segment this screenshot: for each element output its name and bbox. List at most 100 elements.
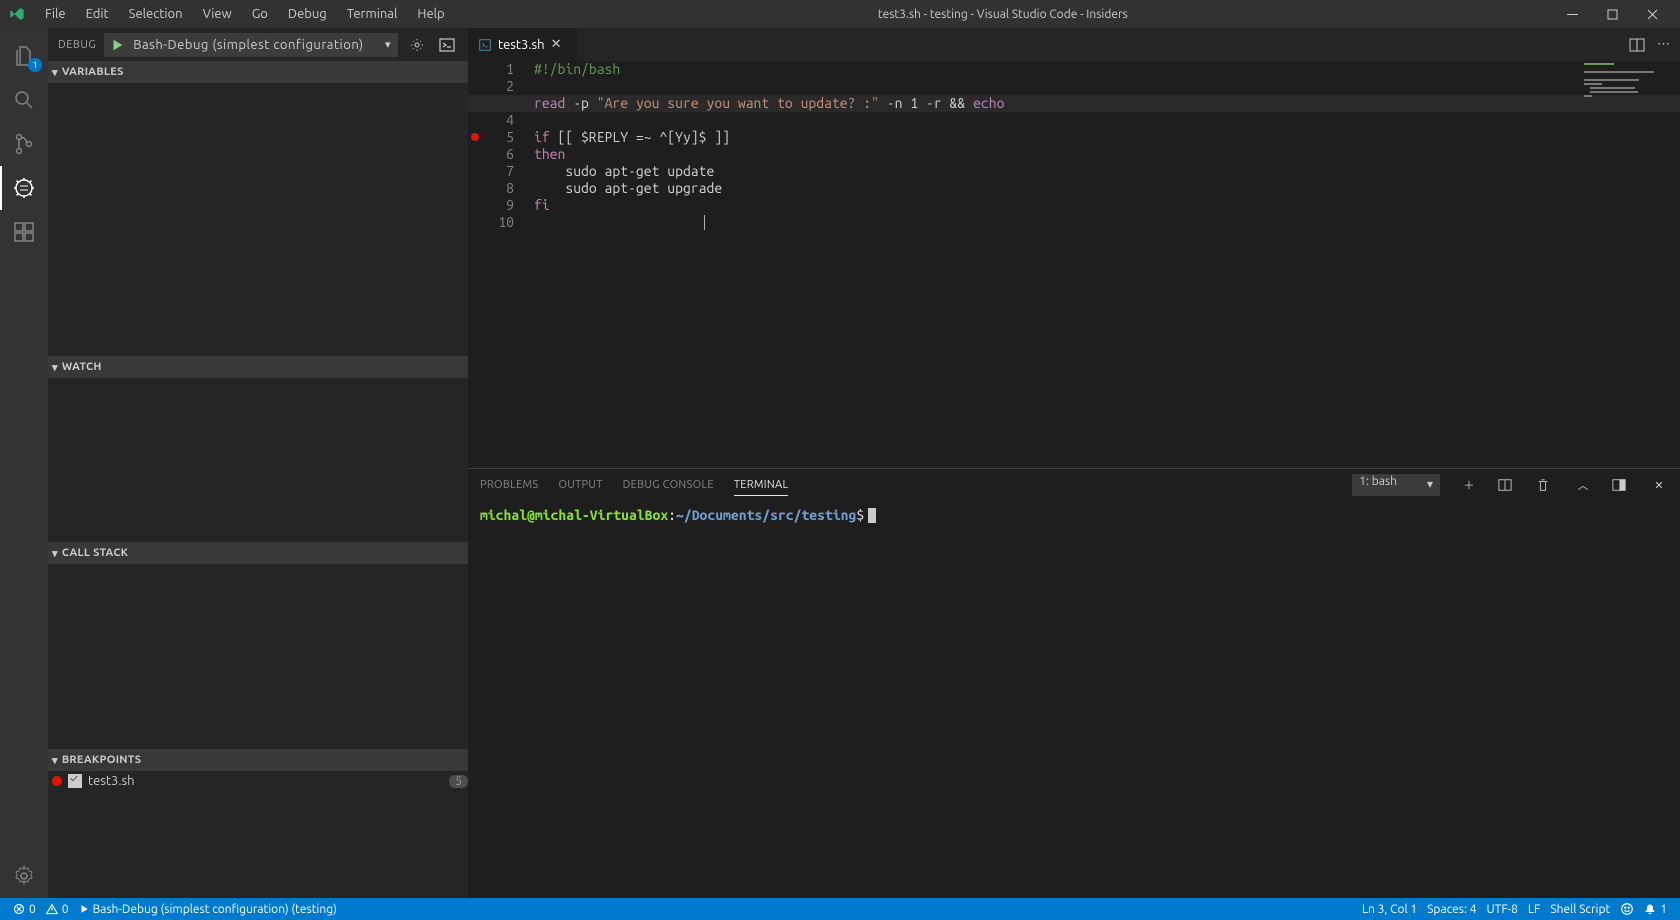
panel-tab-terminal[interactable]: TERMINAL bbox=[734, 475, 789, 496]
status-feedback-icon[interactable] bbox=[1615, 898, 1639, 920]
terminal-text: : bbox=[668, 507, 676, 523]
panel-tab-debug-console[interactable]: DEBUG CONSOLE bbox=[623, 475, 714, 495]
breakpoint-dot-icon bbox=[52, 776, 62, 786]
editor-tab-test3[interactable]: test3.sh ✕ bbox=[468, 28, 578, 61]
menu-file[interactable]: File bbox=[36, 3, 75, 25]
line-number: 8 bbox=[482, 180, 514, 197]
kill-terminal-icon[interactable] bbox=[1536, 478, 1554, 492]
window-controls bbox=[1552, 0, 1672, 28]
variables-section: ▾ VARIABLES bbox=[48, 61, 468, 356]
watch-label: WATCH bbox=[62, 361, 102, 373]
status-warnings[interactable]: 0 bbox=[41, 898, 74, 920]
vscode-insiders-logo-icon bbox=[8, 5, 26, 23]
panel-tabs: PROBLEMS OUTPUT DEBUG CONSOLE TERMINAL 1… bbox=[468, 469, 1680, 501]
status-errors[interactable]: 0 bbox=[8, 898, 41, 920]
source-control-icon[interactable] bbox=[0, 122, 48, 166]
line-number: 2 bbox=[482, 78, 514, 95]
debug-config-name: Bash-Debug (simplest configuration) bbox=[129, 38, 379, 52]
status-notifications-icon[interactable]: 1 bbox=[1639, 898, 1672, 920]
status-ln-col[interactable]: Ln 3, Col 1 bbox=[1357, 898, 1422, 920]
explorer-badge: 1 bbox=[28, 58, 42, 72]
menu-view[interactable]: View bbox=[194, 3, 241, 25]
chevron-down-icon[interactable]: ▾ bbox=[379, 38, 397, 51]
close-button[interactable] bbox=[1632, 0, 1672, 28]
terminal-select[interactable]: 1: bash bbox=[1352, 474, 1440, 496]
status-encoding[interactable]: UTF-8 bbox=[1481, 898, 1522, 920]
new-terminal-icon[interactable]: ＋ bbox=[1460, 477, 1478, 493]
variables-header[interactable]: ▾ VARIABLES bbox=[48, 61, 468, 83]
status-debug-target[interactable]: Bash-Debug (simplest configuration) (tes… bbox=[74, 898, 342, 920]
minimize-button[interactable] bbox=[1552, 0, 1592, 28]
breakpoint-dot-icon[interactable] bbox=[471, 133, 479, 141]
menu-debug[interactable]: Debug bbox=[279, 3, 336, 25]
panel-position-icon[interactable] bbox=[1612, 478, 1630, 492]
window-title: test3.sh - testing - Visual Studio Code … bbox=[454, 8, 1552, 21]
tab-close-icon[interactable]: ✕ bbox=[551, 37, 562, 52]
callstack-label: CALL STACK bbox=[62, 547, 128, 559]
bottom-panel: PROBLEMS OUTPUT DEBUG CONSOLE TERMINAL 1… bbox=[468, 468, 1680, 898]
code-token: sudo apt-get upgrade bbox=[534, 180, 722, 196]
code-token: then bbox=[534, 146, 565, 162]
breakpoint-checkbox[interactable] bbox=[68, 774, 82, 788]
code-token: -n 1 -r && bbox=[879, 95, 973, 111]
line-number: 4 bbox=[482, 112, 514, 129]
code-token: read bbox=[534, 95, 565, 111]
line-number-gutter: 1 2 3 4 5 6 7 8 9 10 bbox=[482, 61, 528, 468]
debug-icon[interactable] bbox=[0, 166, 48, 210]
explorer-icon[interactable]: 1 bbox=[0, 34, 48, 78]
maximize-button[interactable] bbox=[1592, 0, 1632, 28]
menu-selection[interactable]: Selection bbox=[120, 3, 192, 25]
editor-tabs: test3.sh ✕ ⋯ bbox=[468, 28, 1680, 61]
start-debug-icon[interactable] bbox=[105, 38, 129, 52]
breakpoint-gutter[interactable] bbox=[468, 61, 482, 468]
warnings-count: 0 bbox=[62, 903, 69, 916]
notifications-count: 1 bbox=[1660, 903, 1667, 916]
debug-console-toggle-icon[interactable] bbox=[436, 37, 458, 53]
menu-terminal[interactable]: Terminal bbox=[338, 3, 407, 25]
errors-count: 0 bbox=[29, 903, 36, 916]
split-editor-icon[interactable] bbox=[1629, 37, 1645, 53]
variables-label: VARIABLES bbox=[62, 66, 124, 78]
breakpoints-header[interactable]: ▾ BREAKPOINTS bbox=[48, 749, 468, 771]
debug-sidebar: DEBUG Bash-Debug (simplest configuration… bbox=[48, 28, 468, 898]
minimap[interactable] bbox=[1580, 61, 1680, 468]
status-indent[interactable]: Spaces: 4 bbox=[1422, 898, 1481, 920]
breakpoints-section: ▾ BREAKPOINTS test3.sh 5 bbox=[48, 749, 468, 898]
code-token: echo bbox=[973, 95, 1004, 111]
terminal-user: michal@michal-VirtualBox bbox=[480, 507, 668, 523]
terminal-cursor bbox=[868, 508, 876, 523]
code-token: if bbox=[534, 129, 550, 145]
callstack-header[interactable]: ▾ CALL STACK bbox=[48, 542, 468, 564]
terminal[interactable]: michal@michal-VirtualBox:~/Documents/src… bbox=[468, 501, 1680, 898]
twistie-down-icon: ▾ bbox=[52, 66, 58, 79]
line-number: 10 bbox=[482, 214, 514, 231]
extensions-icon[interactable] bbox=[0, 210, 48, 254]
menu-edit[interactable]: Edit bbox=[77, 3, 118, 25]
code-token: fi bbox=[534, 197, 550, 213]
code-content[interactable]: #!/bin/bash read -p "Are you sure you wa… bbox=[528, 61, 1680, 468]
menu-go[interactable]: Go bbox=[243, 3, 277, 25]
line-number: 7 bbox=[482, 163, 514, 180]
menu-help[interactable]: Help bbox=[408, 3, 453, 25]
code-token: #!/bin/bash bbox=[534, 61, 620, 77]
settings-gear-icon[interactable] bbox=[0, 854, 48, 898]
titlebar: File Edit Selection View Go Debug Termin… bbox=[0, 0, 1680, 28]
panel-up-icon[interactable]: ︿ bbox=[1574, 477, 1592, 493]
split-terminal-icon[interactable] bbox=[1498, 478, 1516, 492]
status-eol[interactable]: LF bbox=[1523, 898, 1545, 920]
code-token: "Are you sure you want to update? :" bbox=[597, 95, 879, 111]
configure-debug-icon[interactable] bbox=[406, 37, 428, 53]
editor-tab-label: test3.sh bbox=[498, 38, 545, 52]
panel-tab-output[interactable]: OUTPUT bbox=[558, 475, 602, 495]
search-icon[interactable] bbox=[0, 78, 48, 122]
more-actions-icon[interactable]: ⋯ bbox=[1657, 37, 1670, 52]
debug-config-select[interactable]: Bash-Debug (simplest configuration) ▾ bbox=[104, 33, 398, 57]
panel-tab-problems[interactable]: PROBLEMS bbox=[480, 475, 538, 495]
line-number: 1 bbox=[482, 61, 514, 78]
status-language[interactable]: Shell Script bbox=[1545, 898, 1615, 920]
close-panel-icon[interactable]: ✕ bbox=[1650, 479, 1668, 492]
breakpoint-row[interactable]: test3.sh 5 bbox=[48, 771, 468, 791]
watch-header[interactable]: ▾ WATCH bbox=[48, 356, 468, 378]
editor[interactable]: 1 2 3 4 5 6 7 8 9 10 #!/bin/bash read -p… bbox=[468, 61, 1680, 468]
activity-bar: 1 bbox=[0, 28, 48, 898]
